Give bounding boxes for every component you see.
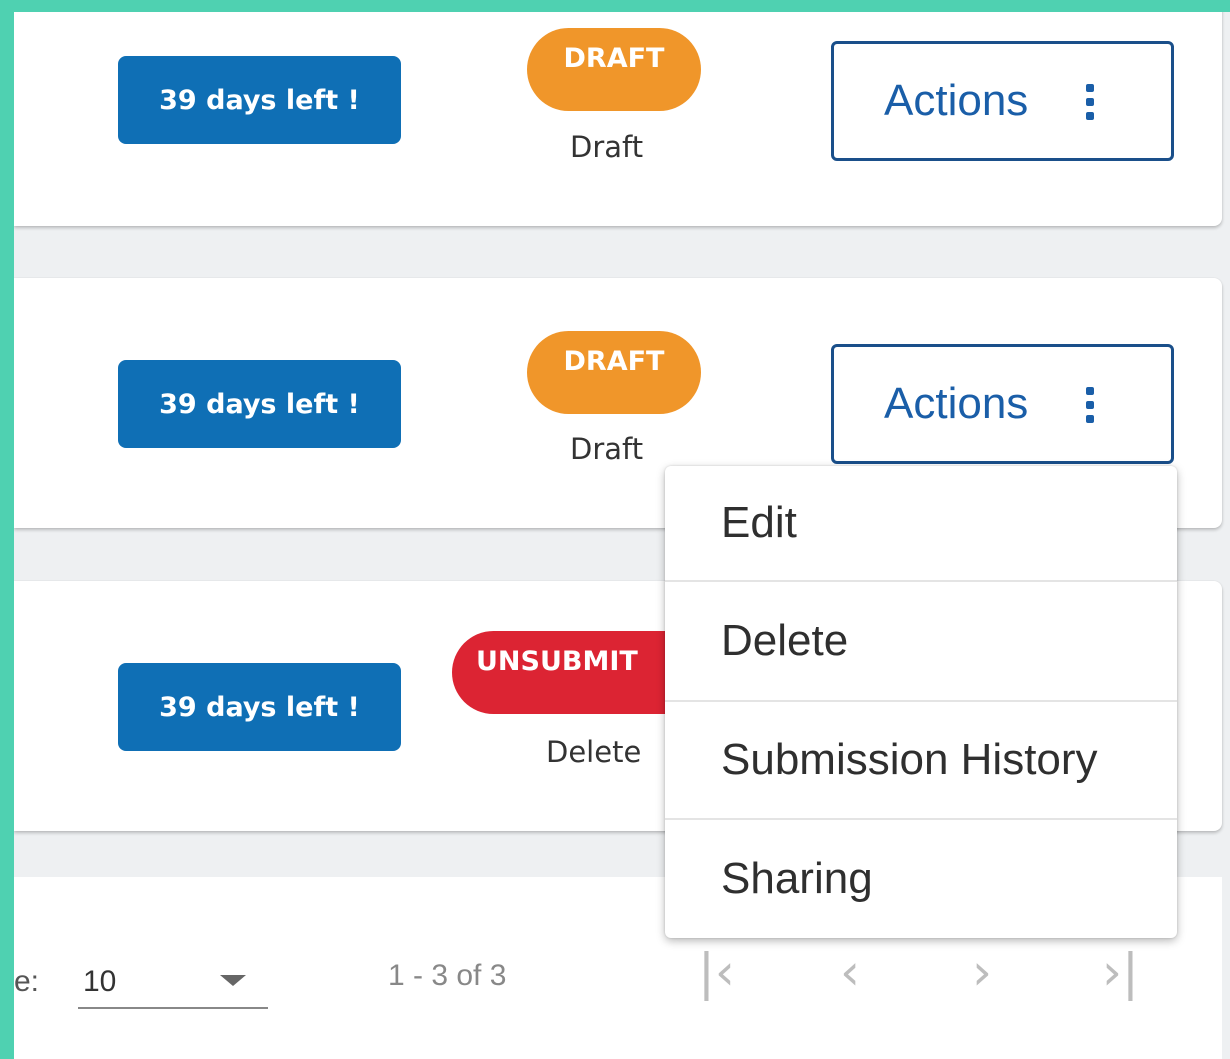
days-left-badge: 39 days left ! [118, 56, 401, 144]
status-text: Delete [546, 735, 642, 769]
submissions-panel: 39 days left ! DRAFT Draft Actions 39 da… [14, 12, 1230, 1059]
days-left-badge: 39 days left ! [118, 360, 401, 448]
last-page-icon[interactable]: ›| [1102, 947, 1139, 997]
status-text: Draft [570, 432, 644, 466]
rows-per-page-value: 10 [83, 965, 117, 998]
status-badge-draft: DRAFT [527, 331, 701, 414]
days-left-badge: 39 days left ! [118, 663, 401, 751]
page-range-text: 1 - 3 of 3 [388, 959, 507, 992]
kebab-menu-icon [1086, 84, 1094, 122]
actions-label: Actions [884, 379, 1029, 428]
rows-per-page-select[interactable]: 10 [78, 959, 268, 1009]
menu-item-sharing[interactable]: Sharing [665, 820, 1177, 938]
submission-row-1: 39 days left ! DRAFT Draft Actions [14, 12, 1222, 226]
chevron-right-icon[interactable]: › [972, 947, 992, 997]
first-page-icon[interactable]: |‹ [698, 947, 735, 997]
dropdown-arrow-icon [220, 975, 246, 986]
actions-button[interactable]: Actions [831, 41, 1174, 161]
rows-per-page-label: e: [14, 965, 40, 998]
actions-label: Actions [884, 76, 1029, 125]
status-badge-draft: DRAFT [527, 28, 701, 111]
menu-item-submission-history[interactable]: Submission History [665, 702, 1177, 818]
menu-item-edit[interactable]: Edit [665, 466, 1177, 580]
status-text: Draft [570, 130, 644, 164]
actions-dropdown-menu: Edit Delete Submission History Sharing [665, 466, 1177, 938]
kebab-menu-icon [1086, 387, 1094, 425]
menu-item-delete[interactable]: Delete [665, 582, 1177, 700]
chevron-left-icon[interactable]: ‹ [840, 947, 860, 997]
actions-button[interactable]: Actions [831, 344, 1174, 464]
